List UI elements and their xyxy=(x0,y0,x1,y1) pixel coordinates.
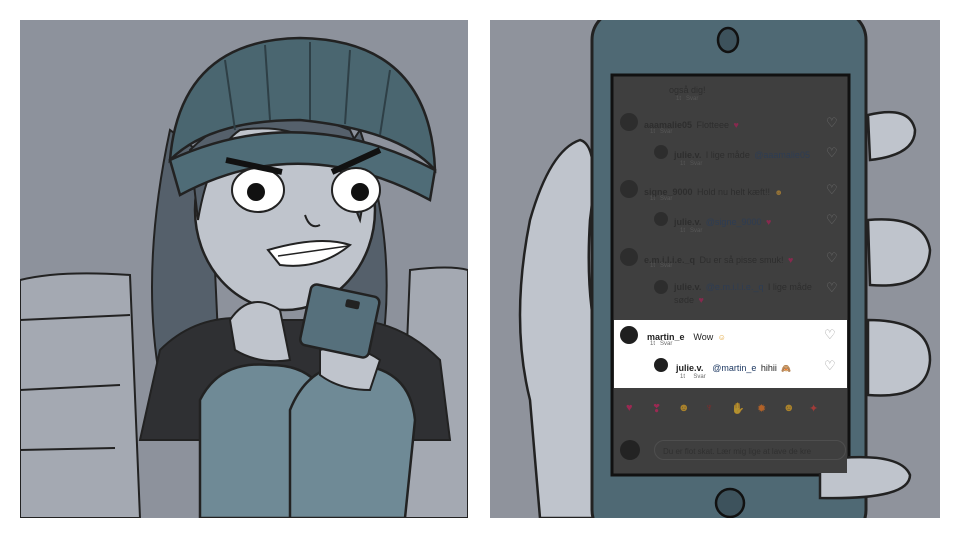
comment-meta: 1t Svar xyxy=(680,161,702,167)
comment-text: I lige måde xyxy=(705,150,750,160)
comment-text: hihii xyxy=(760,363,777,373)
time-label: 1t xyxy=(680,228,686,234)
reply-link[interactable]: Svar xyxy=(660,196,672,202)
right-comic-panel: også dig! 1t Svar aaamalie05 Flotteee ♥ … xyxy=(490,20,940,518)
like-heart-icon[interactable]: ♡ xyxy=(826,212,838,228)
mention-link[interactable]: @aaamalie05 xyxy=(754,150,810,160)
red-heart-icon: ♥ xyxy=(765,217,772,227)
comment-text: søde xyxy=(674,295,695,305)
see-no-evil-icon: 🙈 xyxy=(781,364,792,373)
avatar xyxy=(620,440,640,460)
time-label: 1t xyxy=(650,341,656,347)
like-heart-icon[interactable]: ♡ xyxy=(826,182,838,198)
comment-text: Du er så pisse smuk! xyxy=(699,255,784,265)
highlighted-comments: martin_e Wow ☺ 1t Svar ♡ julie.v. @marti… xyxy=(614,320,847,388)
username[interactable]: julie.v. xyxy=(674,217,701,227)
clap-icon[interactable]: ✋ xyxy=(731,402,745,415)
like-heart-icon[interactable]: ♡ xyxy=(824,358,836,374)
time-label: 1t xyxy=(650,129,656,135)
blush-icon: ☺ xyxy=(717,333,726,342)
comment-list: også dig! 1t Svar aaamalie05 Flotteee ♥ … xyxy=(614,77,847,317)
username[interactable]: julie.v. xyxy=(674,150,701,160)
time-label: 1t xyxy=(650,263,656,269)
comment-input-field[interactable]: Du er flot skat. Lær mig lige at lave de… xyxy=(654,440,846,460)
reply-link[interactable]: Svar xyxy=(686,96,698,102)
comment-meta: 1t Svar xyxy=(650,129,672,135)
mention-link[interactable]: @signe_9000 xyxy=(706,217,762,227)
comment-input-value: Du er flot skat. Lær mig lige at lave de… xyxy=(663,447,812,456)
reply-link[interactable]: Svar xyxy=(693,374,705,380)
reply-link[interactable]: Svar xyxy=(660,263,672,269)
comment-meta: 1t Svar xyxy=(650,196,672,202)
red-heart-icon: ♥ xyxy=(733,120,739,130)
reply-link[interactable]: Svar xyxy=(660,341,672,347)
time-label: 1t xyxy=(680,374,686,380)
time-label: 1t xyxy=(676,96,682,102)
time-label: 1t xyxy=(680,161,686,167)
avatar[interactable] xyxy=(654,280,668,294)
wine-icon[interactable]: ♆ xyxy=(705,402,713,414)
avatar[interactable] xyxy=(620,248,638,266)
like-heart-icon[interactable]: ♡ xyxy=(826,280,838,296)
comment-meta: 1t Svar xyxy=(650,341,672,347)
mention-link[interactable]: @martin_e xyxy=(712,363,756,373)
girl-on-phone-illustration xyxy=(20,36,468,518)
avatar[interactable] xyxy=(620,326,638,344)
red-heart-icon: ♥ xyxy=(698,295,704,305)
comment-meta: 1t Svar xyxy=(676,96,698,102)
comment-text: Hold nu helt kæft!! xyxy=(697,187,771,197)
time-label: 1t xyxy=(650,196,656,202)
comment-text: Wow xyxy=(693,332,714,342)
avatar[interactable] xyxy=(654,212,668,226)
reply-link[interactable]: Svar xyxy=(690,228,702,234)
emoji-bar: ♥ ❣ ☻ ♆ ✋ ✹ ☻ ✦ xyxy=(614,402,847,422)
red-heart-icon[interactable]: ♥ xyxy=(626,402,633,414)
avatar[interactable] xyxy=(654,358,668,372)
two-hearts-icon[interactable]: ❣ xyxy=(652,402,661,415)
mention-link[interactable]: @e.m.i.l.i.e._q xyxy=(706,282,764,292)
reply-link[interactable]: Svar xyxy=(660,129,672,135)
username[interactable]: julie.v. xyxy=(674,282,701,292)
like-heart-icon[interactable]: ♡ xyxy=(826,250,838,266)
username[interactable]: julie.v. xyxy=(676,363,703,373)
reply-comment: julie.v. @e.m.i.l.i.e._q I lige måde sød… xyxy=(674,280,824,306)
comment-tail: også dig! xyxy=(669,85,706,95)
comment-text: Flotteee xyxy=(696,120,730,130)
laugh-icon[interactable]: ☻ xyxy=(678,402,690,414)
avatar[interactable] xyxy=(654,145,668,159)
fire-icon[interactable]: ✹ xyxy=(757,402,766,415)
phone-screen: også dig! 1t Svar aaamalie05 Flotteee ♥ … xyxy=(614,77,847,473)
like-heart-icon[interactable]: ♡ xyxy=(824,327,836,343)
red-heart-icon: ♥ xyxy=(787,255,794,265)
comment-meta: 1t Svar xyxy=(680,374,706,380)
left-comic-panel xyxy=(20,20,468,518)
avatar[interactable] xyxy=(620,180,638,198)
reply-link[interactable]: Svar xyxy=(690,161,702,167)
avatar[interactable] xyxy=(620,113,638,131)
heart-eyes-icon: ☻ xyxy=(774,188,783,197)
party-icon[interactable]: ✦ xyxy=(809,402,818,415)
like-heart-icon[interactable]: ♡ xyxy=(826,115,838,131)
comment-meta: 1t Svar xyxy=(650,263,672,269)
comment-text: I lige måde xyxy=(767,282,812,292)
cool-icon[interactable]: ☻ xyxy=(783,402,795,414)
comment-meta: 1t Svar xyxy=(680,228,702,234)
like-heart-icon[interactable]: ♡ xyxy=(826,145,838,161)
